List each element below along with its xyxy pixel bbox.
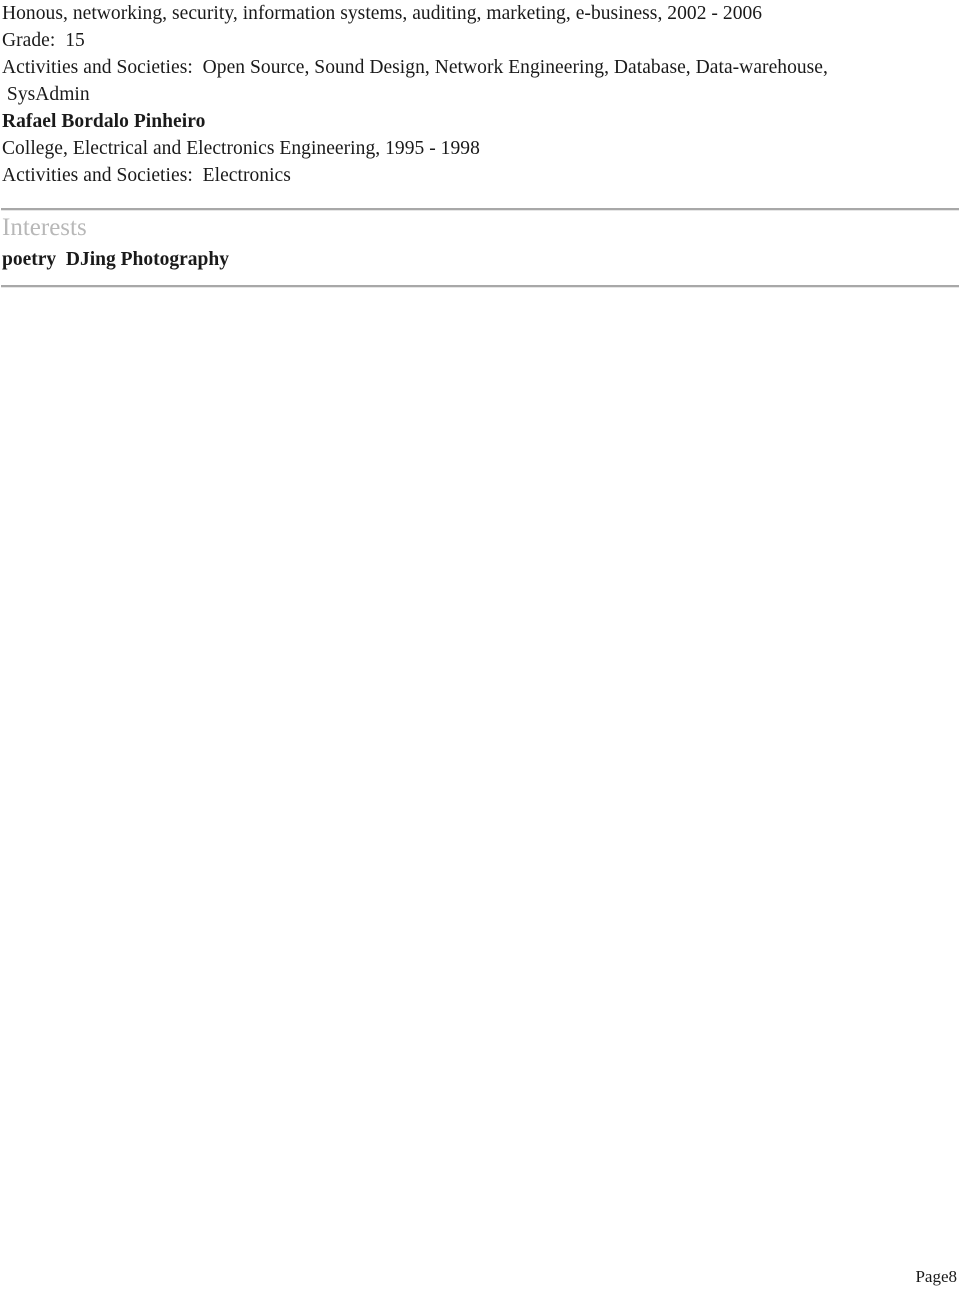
spacer-below-interests (0, 274, 960, 285)
section-divider-bottom (1, 285, 959, 288)
interests-items-line: poetry DJing Photography (2, 249, 229, 270)
spacer-above-interests-rule (0, 189, 960, 208)
document-content: Honous, networking, security, informatio… (0, 0, 960, 288)
document-page: Honous, networking, security, informatio… (0, 0, 960, 1294)
education-institution-name: Rafael Bordalo Pinheiro (2, 111, 206, 132)
education-degree-line: College, Electrical and Electronics Engi… (2, 138, 480, 159)
education-activities-line: Activities and Societies: Open Source, S… (2, 57, 828, 78)
education-detail-line: Honous, networking, security, informatio… (2, 3, 763, 24)
education-activities-continuation-line: SysAdmin (2, 84, 90, 105)
education-activities-line-secondary: Activities and Societies: Electronics (2, 165, 291, 186)
page-number-footer: Page8 (915, 1267, 957, 1286)
education-grade-line: Grade: 15 (2, 30, 85, 51)
interests-section-heading: Interests (2, 214, 87, 241)
